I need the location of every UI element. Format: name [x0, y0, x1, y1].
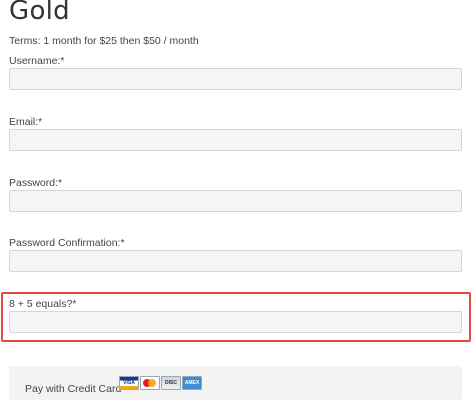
email-field[interactable] — [9, 129, 462, 151]
plan-title: Gold — [9, 0, 70, 26]
captcha-label: 8 + 5 equals?* — [9, 298, 77, 310]
amex-icon: AMEX — [182, 376, 202, 390]
mastercard-icon — [140, 376, 160, 390]
email-label: Email:* — [9, 116, 43, 128]
discover-icon: DISC — [161, 376, 181, 390]
username-label: Username:* — [9, 55, 65, 67]
password-field[interactable] — [9, 190, 462, 212]
plan-terms: Terms: 1 month for $25 then $50 / month — [9, 35, 199, 47]
password-label: Password:* — [9, 177, 63, 189]
card-logos: VISA DISC AMEX — [119, 376, 202, 390]
password-confirmation-field[interactable] — [9, 250, 462, 272]
visa-icon: VISA — [119, 376, 139, 390]
username-field[interactable] — [9, 68, 462, 90]
captcha-field[interactable] — [9, 311, 462, 333]
password-confirmation-label: Password Confirmation:* — [9, 237, 125, 249]
